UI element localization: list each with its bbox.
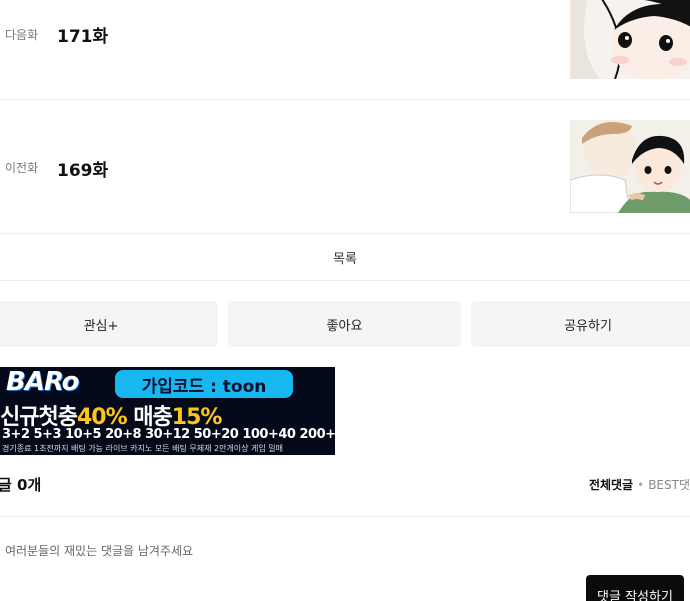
comments-header: 글 0개 전체댓글 • BEST댓 xyxy=(0,467,690,517)
episode-list-button[interactable]: 목록 xyxy=(0,234,690,281)
next-episode-thumbnail[interactable] xyxy=(570,0,690,79)
next-episode-label: 다음화 xyxy=(5,28,39,42)
like-button[interactable]: 좋아요 xyxy=(228,301,461,347)
next-episode-row[interactable]: 다음화 171화 xyxy=(0,0,690,100)
next-episode-title: 171화 xyxy=(57,27,109,47)
banner-bonus-levels: 3+2 5+3 10+5 20+8 30+12 50+20 100+40 200… xyxy=(2,427,335,442)
banner-fine-print: 경기종료 1초전까지 배팅 가능 라이브 카지노 모든 배팅 무제재 2만개이상… xyxy=(2,444,284,453)
previous-episode-thumbnail[interactable] xyxy=(570,120,690,213)
interest-button[interactable]: 관심+ xyxy=(0,301,218,347)
ad-banner[interactable]: BARo 가입코드 : toon 신규첫충40% 매충15% 3+2 5+3 1… xyxy=(0,367,335,455)
comment-count: 글 0개 xyxy=(0,476,42,494)
comment-sort-tabs: 전체댓글 • BEST댓 xyxy=(589,476,690,493)
share-button[interactable]: 공유하기 xyxy=(471,301,690,347)
banner-signup-code: 가입코드 : toon xyxy=(115,370,293,398)
previous-episode-row[interactable]: 이전화 169화 xyxy=(0,100,690,234)
action-buttons: 관심+ 좋아요 공유하기 xyxy=(0,301,690,347)
tab-all-comments[interactable]: 전체댓글 xyxy=(589,478,633,492)
banner-brand-logo: BARo xyxy=(6,367,80,397)
previous-episode-title: 169화 xyxy=(57,161,109,181)
submit-comment-button[interactable]: 댓글 작성하기 xyxy=(586,575,684,601)
tab-best-comments[interactable]: BEST댓 xyxy=(648,478,690,492)
previous-episode-label: 이전화 xyxy=(5,161,39,175)
tab-separator: • xyxy=(637,478,645,492)
comment-input[interactable] xyxy=(5,540,575,562)
episode-list-label: 목록 xyxy=(333,251,357,267)
